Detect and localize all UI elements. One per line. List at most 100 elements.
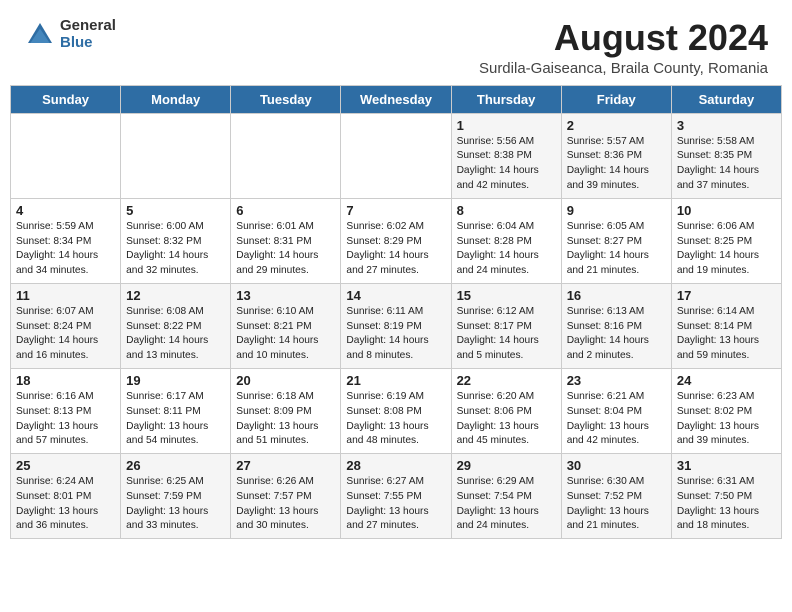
logo-icon <box>24 19 56 51</box>
day-cell: 17Sunrise: 6:14 AMSunset: 8:14 PMDayligh… <box>671 283 781 368</box>
day-cell: 22 Sunrise: 6:20 AMSunset: 8:06 PMDayligh… <box>451 368 561 453</box>
calendar-header: SundayMondayTuesdayWednesdayThursdayFrid… <box>11 85 782 113</box>
day-number: 27 <box>236 458 335 473</box>
day-info: Sunrise: 6:29 AMSunset: 7:54 PMDaylight:… <box>457 475 556 534</box>
day-cell: 4 Sunrise: 5:59 AMSunset: 8:34 PMDaylight… <box>11 198 121 283</box>
day-info: Sunrise: 6:07 AMSunset: 8:24 PMDaylight:… <box>16 305 115 364</box>
day-cell: 29 Sunrise: 6:29 AMSunset: 7:54 PMDayligh… <box>451 454 561 539</box>
day-cell: 30 Sunrise: 6:30 AMSunset: 7:52 PMDayligh… <box>561 454 671 539</box>
day-cell: 24Sunrise: 6:23 AMSunset: 8:02 PMDayligh… <box>671 368 781 453</box>
day-cell <box>11 113 121 198</box>
day-info: Sunrise: 6:26 AMSunset: 7:57 PMDaylight:… <box>236 475 335 534</box>
day-info: Sunrise: 6:12 AMSunset: 8:17 PMDaylight:… <box>457 305 556 364</box>
day-cell: 7Sunrise: 6:02 AMSunset: 8:29 PMDaylight… <box>341 198 451 283</box>
day-info: Sunrise: 5:57 AMSunset: 8:36 PMDaylight:… <box>567 135 666 194</box>
day-cell: 10 Sunrise: 6:06 AMSunset: 8:25 PMDayligh… <box>671 198 781 283</box>
day-number: 5 <box>126 203 225 218</box>
day-cell: 16 Sunrise: 6:13 AMSunset: 8:16 PMDayligh… <box>561 283 671 368</box>
day-number: 24 <box>677 373 776 388</box>
logo-text: General Blue <box>60 18 116 51</box>
month-title: August 2024 <box>479 18 768 58</box>
day-info: Sunrise: 6:21 AMSunset: 8:04 PMDaylight:… <box>567 390 666 449</box>
day-header-tuesday: Tuesday <box>231 85 341 113</box>
day-info: Sunrise: 5:59 AMSunset: 8:34 PMDaylight:… <box>16 220 115 279</box>
day-cell: 21Sunrise: 6:19 AMSunset: 8:08 PMDayligh… <box>341 368 451 453</box>
day-number: 15 <box>457 288 556 303</box>
day-number: 29 <box>457 458 556 473</box>
day-info: Sunrise: 6:17 AMSunset: 8:11 PMDaylight:… <box>126 390 225 449</box>
title-area: August 2024 Surdila-Gaiseanca, Braila Co… <box>479 18 768 77</box>
day-info: Sunrise: 5:56 AMSunset: 8:38 PMDaylight:… <box>457 135 556 194</box>
day-cell: 15 Sunrise: 6:12 AMSunset: 8:17 PMDayligh… <box>451 283 561 368</box>
day-number: 28 <box>346 458 445 473</box>
day-header-sunday: Sunday <box>11 85 121 113</box>
day-number: 30 <box>567 458 666 473</box>
day-info: Sunrise: 6:05 AMSunset: 8:27 PMDaylight:… <box>567 220 666 279</box>
logo: General Blue <box>24 18 116 51</box>
day-number: 11 <box>16 288 115 303</box>
day-number: 16 <box>567 288 666 303</box>
day-cell: 11 Sunrise: 6:07 AMSunset: 8:24 PMDayligh… <box>11 283 121 368</box>
day-cell: 12 Sunrise: 6:08 AMSunset: 8:22 PMDayligh… <box>121 283 231 368</box>
logo-blue: Blue <box>60 35 116 52</box>
week-row-5: 25 Sunrise: 6:24 AMSunset: 8:01 PMDayligh… <box>11 454 782 539</box>
day-cell: 26Sunrise: 6:25 AMSunset: 7:59 PMDayligh… <box>121 454 231 539</box>
day-number: 4 <box>16 203 115 218</box>
day-number: 18 <box>16 373 115 388</box>
day-info: Sunrise: 6:08 AMSunset: 8:22 PMDaylight:… <box>126 305 225 364</box>
day-number: 12 <box>126 288 225 303</box>
day-number: 25 <box>16 458 115 473</box>
day-cell: 3 Sunrise: 5:58 AMSunset: 8:35 PMDaylight… <box>671 113 781 198</box>
logo-general: General <box>60 18 116 35</box>
day-cell: 6 Sunrise: 6:01 AMSunset: 8:31 PMDaylight… <box>231 198 341 283</box>
day-info: Sunrise: 6:24 AMSunset: 8:01 PMDaylight:… <box>16 475 115 534</box>
day-header-wednesday: Wednesday <box>341 85 451 113</box>
day-header-saturday: Saturday <box>671 85 781 113</box>
day-cell: 8Sunrise: 6:04 AMSunset: 8:28 PMDaylight… <box>451 198 561 283</box>
day-cell <box>231 113 341 198</box>
day-cell: 2 Sunrise: 5:57 AMSunset: 8:36 PMDaylight… <box>561 113 671 198</box>
day-cell: 13Sunrise: 6:10 AMSunset: 8:21 PMDayligh… <box>231 283 341 368</box>
day-info: Sunrise: 6:18 AMSunset: 8:09 PMDaylight:… <box>236 390 335 449</box>
day-info: Sunrise: 6:14 AMSunset: 8:14 PMDaylight:… <box>677 305 776 364</box>
day-info: Sunrise: 6:01 AMSunset: 8:31 PMDaylight:… <box>236 220 335 279</box>
day-info: Sunrise: 6:13 AMSunset: 8:16 PMDaylight:… <box>567 305 666 364</box>
day-cell: 27 Sunrise: 6:26 AMSunset: 7:57 PMDayligh… <box>231 454 341 539</box>
day-info: Sunrise: 6:06 AMSunset: 8:25 PMDaylight:… <box>677 220 776 279</box>
day-cell: 28 Sunrise: 6:27 AMSunset: 7:55 PMDayligh… <box>341 454 451 539</box>
day-cell: 31Sunrise: 6:31 AMSunset: 7:50 PMDayligh… <box>671 454 781 539</box>
day-cell: 25 Sunrise: 6:24 AMSunset: 8:01 PMDayligh… <box>11 454 121 539</box>
header-row: SundayMondayTuesdayWednesdayThursdayFrid… <box>11 85 782 113</box>
day-number: 22 <box>457 373 556 388</box>
day-header-monday: Monday <box>121 85 231 113</box>
day-number: 31 <box>677 458 776 473</box>
day-info: Sunrise: 6:20 AMSunset: 8:06 PMDaylight:… <box>457 390 556 449</box>
week-row-4: 18Sunrise: 6:16 AMSunset: 8:13 PMDayligh… <box>11 368 782 453</box>
day-header-thursday: Thursday <box>451 85 561 113</box>
day-info: Sunrise: 6:00 AMSunset: 8:32 PMDaylight:… <box>126 220 225 279</box>
day-info: Sunrise: 6:27 AMSunset: 7:55 PMDaylight:… <box>346 475 445 534</box>
day-cell <box>341 113 451 198</box>
day-number: 6 <box>236 203 335 218</box>
day-info: Sunrise: 6:30 AMSunset: 7:52 PMDaylight:… <box>567 475 666 534</box>
day-number: 8 <box>457 203 556 218</box>
day-number: 21 <box>346 373 445 388</box>
week-row-3: 11 Sunrise: 6:07 AMSunset: 8:24 PMDayligh… <box>11 283 782 368</box>
page-header: General Blue August 2024 Surdila-Gaisean… <box>0 0 792 85</box>
day-number: 23 <box>567 373 666 388</box>
day-number: 14 <box>346 288 445 303</box>
day-number: 10 <box>677 203 776 218</box>
day-cell <box>121 113 231 198</box>
day-cell: 20 Sunrise: 6:18 AMSunset: 8:09 PMDayligh… <box>231 368 341 453</box>
day-number: 13 <box>236 288 335 303</box>
day-number: 3 <box>677 118 776 133</box>
day-number: 2 <box>567 118 666 133</box>
day-cell: 9 Sunrise: 6:05 AMSunset: 8:27 PMDaylight… <box>561 198 671 283</box>
week-row-1: 1Sunrise: 5:56 AMSunset: 8:38 PMDaylight… <box>11 113 782 198</box>
day-info: Sunrise: 6:25 AMSunset: 7:59 PMDaylight:… <box>126 475 225 534</box>
day-cell: 23 Sunrise: 6:21 AMSunset: 8:04 PMDayligh… <box>561 368 671 453</box>
day-number: 20 <box>236 373 335 388</box>
day-info: Sunrise: 6:02 AMSunset: 8:29 PMDaylight:… <box>346 220 445 279</box>
day-number: 9 <box>567 203 666 218</box>
day-info: Sunrise: 5:58 AMSunset: 8:35 PMDaylight:… <box>677 135 776 194</box>
